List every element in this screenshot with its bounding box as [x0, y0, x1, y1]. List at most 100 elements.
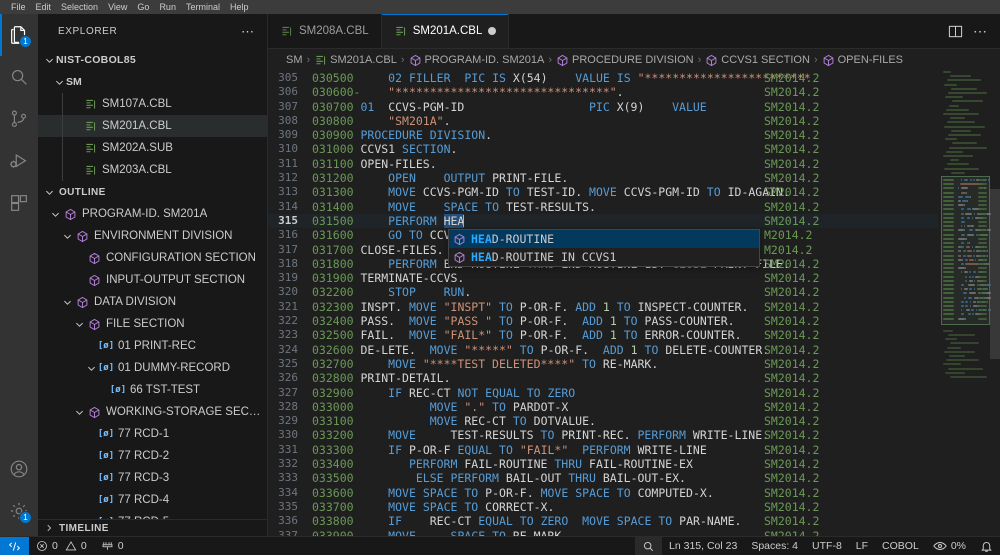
outline-item-8[interactable]: [ø] 66 TST-TEST	[38, 379, 267, 401]
code-line-text[interactable]: 032400 PASS. MOVE "PASS " TO P-OR-F. ADD…	[312, 314, 938, 328]
status-language-mode[interactable]: COBOL	[875, 537, 926, 555]
code-line-text[interactable]: 031100 OPEN-FILES.	[312, 157, 938, 171]
code-line[interactable]: 308 030800 "SM201A". SM2014.2	[268, 114, 938, 128]
code-line[interactable]: 314 031400 MOVE SPACE TO TEST-RESULTS. SM2…	[268, 200, 938, 214]
code-line[interactable]: 325 032700 MOVE "****TEST DELETED****" TO…	[268, 357, 938, 371]
breadcrumb-item-3[interactable]: PROCEDURE DIVISION	[556, 54, 694, 67]
code-line-text[interactable]: 033100 MOVE REC-CT TO DOTVALUE.	[312, 414, 938, 428]
remote-indicator[interactable]	[0, 536, 29, 555]
outline-item-5[interactable]: FILE SECTION	[38, 313, 267, 335]
code-line[interactable]: 310 031000 CCVS1 SECTION. SM2014.2	[268, 142, 938, 156]
code-line[interactable]: 332 033400 PERFORM FAIL-ROUTINE THRU FAIL…	[268, 457, 938, 471]
code-line-text[interactable]: 033000 MOVE "." TO PARDOT-X	[312, 400, 938, 414]
code-line-text[interactable]: 033500 ELSE PERFORM BAIL-OUT THRU BAIL-O…	[312, 471, 938, 485]
chevron-down-icon[interactable]	[72, 316, 86, 332]
code-line[interactable]: 322 032400 PASS. MOVE "PASS " TO P-OR-F. …	[268, 314, 938, 328]
outline-item-13[interactable]: [ø] 77 RCD-4	[38, 489, 267, 511]
status-indentation[interactable]: Spaces: 4	[744, 537, 805, 555]
code-line-text[interactable]: 031000 CCVS1 SECTION.	[312, 142, 938, 156]
code-line[interactable]: 307 030700 01 CCVS-PGM-ID PIC X(9) VALUE S…	[268, 100, 938, 114]
code-line-text[interactable]: 033700 MOVE SPACE TO CORRECT-X.	[312, 500, 938, 514]
code-line-text[interactable]: 031900 TERMINATE-CCVS.	[312, 271, 938, 285]
code-line[interactable]: 320 032200 STOP RUN. SM2014.2	[268, 285, 938, 299]
outline-item-6[interactable]: [ø] 01 PRINT-REC	[38, 335, 267, 357]
code-line[interactable]: 323 032500 FAIL. MOVE "FAIL*" TO P-OR-F. …	[268, 328, 938, 342]
status-ports[interactable]: 0	[94, 537, 131, 555]
tree-folder-sm[interactable]: SM	[38, 71, 267, 93]
code-line-text[interactable]: 033900 MOVE SPACE TO RE-MARK.	[312, 529, 938, 537]
code-line-text[interactable]: 032900 IF REC-CT NOT EQUAL TO ZERO	[312, 386, 938, 400]
code-line[interactable]: 328 033000 MOVE "." TO PARDOT-X SM2014.2	[268, 400, 938, 414]
menu-item-view[interactable]: View	[103, 0, 132, 14]
status-notifications[interactable]	[973, 537, 1000, 555]
activity-item-source-control[interactable]	[0, 98, 38, 140]
breadcrumb-item-0[interactable]: SM	[286, 54, 303, 66]
tree-file-sm202a-sub[interactable]: SM202A.SUB	[38, 137, 267, 159]
code-line[interactable]: 335 033700 MOVE SPACE TO CORRECT-X. SM2014…	[268, 500, 938, 514]
code-line[interactable]: 337 033900 MOVE SPACE TO RE-MARK. SM2014.2	[268, 529, 938, 537]
breadcrumb-item-4[interactable]: CCVS1 SECTION	[705, 54, 810, 67]
code-line-text[interactable]: 032500 FAIL. MOVE "FAIL*" TO P-OR-F. ADD…	[312, 328, 938, 342]
outline-item-9[interactable]: WORKING-STORAGE SECTION	[38, 401, 267, 423]
outline-item-12[interactable]: [ø] 77 RCD-3	[38, 467, 267, 489]
code-line[interactable]: 312 031200 OPEN OUTPUT PRINT-FILE. SM2014.…	[268, 171, 938, 185]
menu-item-run[interactable]: Run	[154, 0, 181, 14]
outline-item-4[interactable]: DATA DIVISION	[38, 291, 267, 313]
code-line-text[interactable]: 030700 01 CCVS-PGM-ID PIC X(9) VALUE	[312, 100, 938, 114]
code-line-text[interactable]: 031500 PERFORM HEA	[312, 213, 938, 228]
suggest-item-1[interactable]: HEAD-ROUTINE IN CCVS1	[449, 248, 759, 266]
code-line-text[interactable]: 033800 IF REC-CT EQUAL TO ZERO MOVE SPAC…	[312, 514, 938, 528]
breadcrumb-item-1[interactable]: SM201A.CBL	[314, 54, 397, 67]
status-screencast[interactable]: 0%	[926, 537, 973, 555]
chevron-down-icon[interactable]	[72, 404, 86, 420]
activity-item-search[interactable]	[0, 56, 38, 98]
outline-section-header[interactable]: OUTLINE	[38, 181, 267, 203]
code-line[interactable]: 333 033500 ELSE PERFORM BAIL-OUT THRU BAI…	[268, 471, 938, 485]
activity-item-explorer[interactable]: 1	[0, 14, 38, 56]
code-line[interactable]: 334 033600 MOVE SPACE TO P-OR-F. MOVE SPA…	[268, 486, 938, 500]
code-line-text[interactable]: 031400 MOVE SPACE TO TEST-RESULTS.	[312, 200, 938, 214]
code-line[interactable]: 311 031100 OPEN-FILES. SM2014.2	[268, 157, 938, 171]
activity-item-accounts[interactable]	[0, 448, 38, 490]
outline-item-2[interactable]: CONFIGURATION SECTION	[38, 247, 267, 269]
chevron-down-icon[interactable]	[42, 52, 56, 68]
code-line-text[interactable]: 032700 MOVE "****TEST DELETED****" TO RE…	[312, 357, 938, 371]
code-line-text[interactable]: 033600 MOVE SPACE TO P-OR-F. MOVE SPACE …	[312, 486, 938, 500]
dirty-indicator[interactable]	[488, 27, 497, 35]
suggest-item-0[interactable]: HEAD-ROUTINE	[449, 230, 759, 249]
chevron-down-icon[interactable]	[52, 74, 66, 90]
code-line-text[interactable]: 030900 PROCEDURE DIVISION.	[312, 128, 938, 142]
code-line[interactable]: 309 030900 PROCEDURE DIVISION. SM2014.2	[268, 128, 938, 142]
code-text-area[interactable]: 305 030500 02 FILLER PIC IS X(54) VALUE I…	[268, 71, 938, 536]
status-problems[interactable]: 0 0	[29, 537, 94, 555]
code-line[interactable]: 336 033800 IF REC-CT EQUAL TO ZERO MOVE S…	[268, 514, 938, 528]
code-line-text[interactable]: 033200 MOVE TEST-RESULTS TO PRINT-REC. P…	[312, 428, 938, 442]
more-actions-ellipsis-icon[interactable]: ⋯	[973, 23, 988, 40]
code-line-text[interactable]: 030800 "SM201A".	[312, 114, 938, 128]
tree-file-sm203a-cbl[interactable]: SM203A.CBL	[38, 159, 267, 181]
outline-item-3[interactable]: INPUT-OUTPUT SECTION	[38, 269, 267, 291]
status-cursor-position[interactable]: Ln 315, Col 23	[662, 537, 744, 555]
code-line[interactable]: 315 031500 PERFORM HEA SM2014.2	[268, 213, 938, 229]
status-encoding[interactable]: UTF-8	[805, 537, 849, 555]
code-line[interactable]: 313 031300 MOVE CCVS-PGM-ID TO TEST-ID. M…	[268, 185, 938, 199]
code-line-text[interactable]: 032600 DE-LETE. MOVE "*****" TO P-OR-F. …	[312, 343, 938, 357]
scrollbar-thumb[interactable]	[990, 189, 1000, 359]
outline-item-10[interactable]: [ø] 77 RCD-1	[38, 423, 267, 445]
code-line-text[interactable]: 033400 PERFORM FAIL-ROUTINE THRU FAIL-RO…	[312, 457, 938, 471]
menu-item-help[interactable]: Help	[225, 0, 254, 14]
timeline-section-header[interactable]: TIMELINE	[38, 519, 267, 536]
chevron-down-icon[interactable]	[60, 228, 74, 244]
code-line[interactable]: 326 032800 PRINT-DETAIL. SM2014.2	[268, 371, 938, 385]
chevron-down-icon[interactable]	[84, 360, 98, 376]
code-line-text[interactable]: 031200 OPEN OUTPUT PRINT-FILE.	[312, 171, 938, 185]
code-line-text[interactable]: 030500 02 FILLER PIC IS X(54) VALUE IS "…	[312, 71, 938, 85]
code-line-text[interactable]: 032200 STOP RUN.	[312, 285, 938, 299]
menu-item-go[interactable]: Go	[132, 0, 154, 14]
code-line[interactable]: 321 032300 INSPT. MOVE "INSPT" TO P-OR-F.…	[268, 300, 938, 314]
tree-file-sm201a-cbl[interactable]: SM201A.CBL	[38, 115, 267, 137]
suggest-widget[interactable]: HEAD-ROUTINE HEAD-ROUTINE IN CCVS1	[448, 229, 760, 268]
code-line[interactable]: 319 031900 TERMINATE-CCVS. SM2014.2	[268, 271, 938, 285]
menu-item-terminal[interactable]: Terminal	[181, 0, 225, 14]
outline-item-1[interactable]: ENVIRONMENT DIVISION	[38, 225, 267, 247]
